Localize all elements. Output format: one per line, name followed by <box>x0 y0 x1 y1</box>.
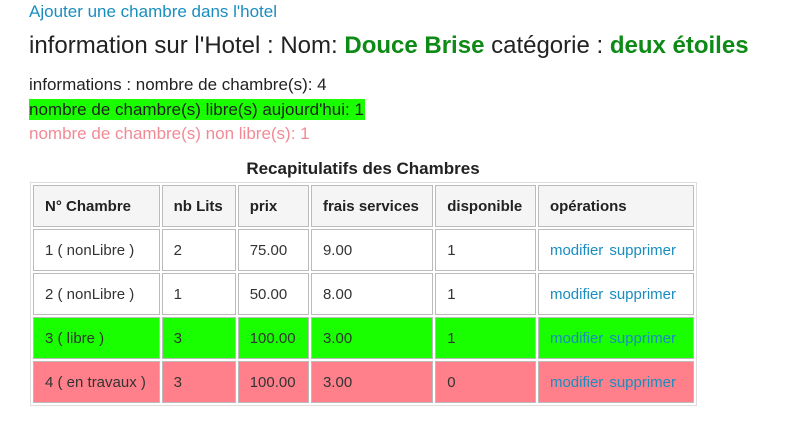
price-cell: 75.00 <box>237 229 309 271</box>
modify-link[interactable]: modifier <box>550 330 603 347</box>
delete-link[interactable]: supprimer <box>609 242 676 259</box>
table-row: 4 ( en travaux ) 3 100.00 3.00 0 modifie… <box>33 361 694 403</box>
rooms-table: N° Chambre nb Lits prix frais services d… <box>30 182 697 406</box>
room-number-cell: 3 ( libre ) <box>33 317 160 359</box>
operations-cell: modifier supprimer <box>537 361 694 403</box>
header-service-fees: frais services <box>310 185 434 227</box>
beds-cell: 2 <box>161 229 236 271</box>
rooms-total-info: informations : nombre de chambre(s): 4 <box>29 75 327 94</box>
beds-cell: 1 <box>161 273 236 315</box>
beds-cell: 3 <box>161 317 236 359</box>
operations-cell: modifier supprimer <box>537 317 694 359</box>
hotel-name: Douce Brise <box>344 32 485 59</box>
delete-link[interactable]: supprimer <box>609 330 676 347</box>
available-cell: 1 <box>435 317 536 359</box>
hotel-info-prefix: information sur l'Hotel : Nom: <box>29 32 345 59</box>
header-available: disponible <box>435 185 536 227</box>
price-cell: 100.00 <box>237 317 309 359</box>
delete-link[interactable]: supprimer <box>609 374 676 391</box>
table-header-row: N° Chambre nb Lits prix frais services d… <box>33 185 694 227</box>
price-cell: 50.00 <box>237 273 309 315</box>
fees-cell: 3.00 <box>310 361 434 403</box>
hotel-info-heading: information sur l'Hotel : Nom: Douce Bri… <box>29 32 749 60</box>
room-number-cell: 4 ( en travaux ) <box>33 361 160 403</box>
header-beds: nb Lits <box>161 185 236 227</box>
fees-cell: 8.00 <box>310 273 434 315</box>
operations-cell: modifier supprimer <box>537 229 694 271</box>
delete-link[interactable]: supprimer <box>609 286 676 303</box>
table-row: 3 ( libre ) 3 100.00 3.00 1 modifier supp… <box>33 317 694 359</box>
rooms-table-caption: Recapitulatifs des Chambres <box>246 159 480 178</box>
rooms-occupied-info: nombre de chambre(s) non libre(s): 1 <box>29 124 310 143</box>
available-cell: 0 <box>435 361 536 403</box>
available-cell: 1 <box>435 273 536 315</box>
modify-link[interactable]: modifier <box>550 242 603 259</box>
fees-cell: 9.00 <box>310 229 434 271</box>
table-row: 2 ( nonLibre ) 1 50.00 8.00 1 modifier su… <box>33 273 694 315</box>
room-number-cell: 2 ( nonLibre ) <box>33 273 160 315</box>
modify-link[interactable]: modifier <box>550 286 603 303</box>
header-price: prix <box>237 185 309 227</box>
available-cell: 1 <box>435 229 536 271</box>
fees-cell: 3.00 <box>310 317 434 359</box>
price-cell: 100.00 <box>237 361 309 403</box>
operations-cell: modifier supprimer <box>537 273 694 315</box>
rooms-free-info: nombre de chambre(s) libre(s) aujourd'hu… <box>29 99 365 120</box>
room-number-cell: 1 ( nonLibre ) <box>33 229 160 271</box>
hotel-category-label: catégorie : <box>484 32 610 59</box>
table-row: 1 ( nonLibre ) 2 75.00 9.00 1 modifier su… <box>33 229 694 271</box>
hotel-category: deux étoiles <box>609 32 749 59</box>
beds-cell: 3 <box>161 361 236 403</box>
header-room-number: N° Chambre <box>33 185 160 227</box>
header-operations: opérations <box>537 185 694 227</box>
modify-link[interactable]: modifier <box>550 374 603 391</box>
add-room-link[interactable]: Ajouter une chambre dans l'hotel <box>29 2 277 22</box>
